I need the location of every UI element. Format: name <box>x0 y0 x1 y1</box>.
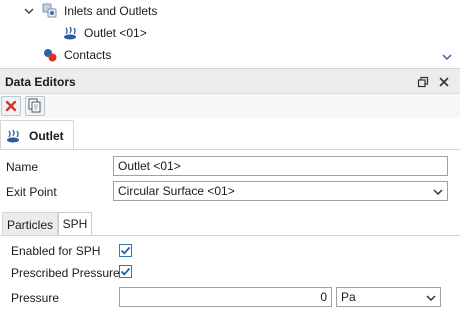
model-tree: Inlets and Outlets Outlet <01> Contacts <box>0 0 460 68</box>
tree-item-contacts[interactable]: Contacts <box>42 44 111 66</box>
scroll-down-chevron-icon[interactable] <box>440 50 454 64</box>
editor-toolbar <box>0 94 460 118</box>
inlets-outlets-icon <box>42 3 58 19</box>
tree-item-label: Inlets and Outlets <box>64 4 158 18</box>
copy-button[interactable] <box>25 96 45 116</box>
panel-title: Data Editors <box>5 75 76 89</box>
pressure-unit-select[interactable]: Pa <box>336 287 441 307</box>
tab-label: SPH <box>62 217 88 231</box>
exit-point-select[interactable]: Circular Surface <01> <box>113 181 448 201</box>
check-icon <box>120 245 131 256</box>
tree-item-label: Outlet <01> <box>84 26 147 40</box>
enabled-for-sph-checkbox[interactable] <box>119 244 132 257</box>
contacts-icon <box>42 47 58 63</box>
chevron-down-icon[interactable] <box>22 4 36 18</box>
exit-point-value: Circular Surface <01> <box>118 184 235 198</box>
tab-sph[interactable]: SPH <box>58 212 92 236</box>
pressure-unit-value: Pa <box>341 290 356 304</box>
tab-outlet[interactable]: Outlet <box>0 120 74 150</box>
close-icon[interactable] <box>436 74 452 90</box>
restore-icon[interactable] <box>415 74 431 90</box>
name-label: Name <box>6 160 39 174</box>
sph-panel: Enabled for SPH Prescribed Pressure Pres… <box>0 236 460 316</box>
tab-label: Outlet <box>29 128 64 143</box>
exit-point-label: Exit Point <box>6 185 57 199</box>
outlet-icon <box>5 128 21 144</box>
chevron-down-icon <box>433 186 443 196</box>
pressure-input[interactable]: 0 <box>119 287 332 307</box>
tab-label: Particles <box>6 217 53 232</box>
property-tabs: Particles SPH <box>0 212 460 236</box>
tree-item-label: Contacts <box>64 48 112 62</box>
prescribed-pressure-checkbox[interactable] <box>119 265 132 278</box>
tree-item-outlet[interactable]: Outlet <01> <box>62 22 147 44</box>
delete-button[interactable] <box>1 96 21 116</box>
data-editors-header: Data Editors <box>0 68 460 94</box>
copy-icon <box>28 98 42 114</box>
outlet-icon <box>62 25 78 41</box>
tab-particles[interactable]: Particles <box>2 212 58 236</box>
pressure-label: Pressure <box>11 291 60 305</box>
tree-item-inlets-outlets[interactable]: Inlets and Outlets <box>42 0 157 22</box>
tab-divider <box>0 149 460 150</box>
delete-icon <box>5 100 17 112</box>
chevron-down-icon <box>426 292 436 302</box>
name-field[interactable]: Outlet <01> <box>113 156 448 176</box>
check-icon <box>120 266 131 277</box>
enabled-for-sph-label: Enabled for SPH <box>11 244 101 258</box>
prescribed-pressure-label: Prescribed Pressure <box>11 266 120 280</box>
